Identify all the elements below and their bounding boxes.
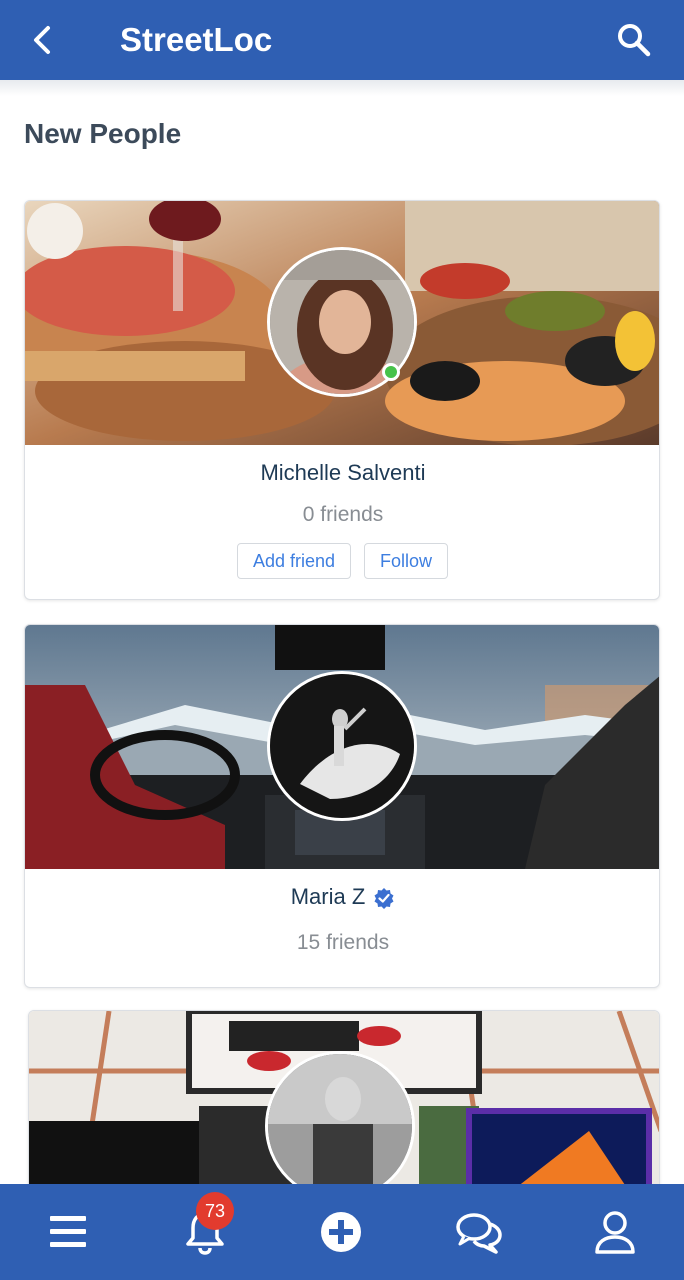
bottom-nav-bar	[0, 1184, 684, 1280]
person-card[interactable]: Michelle Salventi 0 friends Add friend F…	[24, 200, 660, 600]
online-status-dot	[382, 363, 400, 381]
section-title: New People	[24, 118, 182, 149]
search-icon[interactable]	[616, 22, 652, 58]
person-name[interactable]: Maria Z	[25, 883, 659, 911]
avatar[interactable]	[267, 671, 417, 821]
app-title: StreetLoc	[120, 21, 273, 58]
chat-icon[interactable]	[454, 1208, 502, 1256]
plus-circle-icon[interactable]	[317, 1208, 365, 1256]
notification-badge: 73	[196, 1192, 234, 1230]
top-app-bar: StreetLoc	[0, 0, 684, 80]
verified-badge-icon	[374, 888, 394, 910]
friends-count: 15 friends	[296, 931, 390, 954]
header-shadow	[0, 80, 684, 96]
avatar-photo	[270, 674, 414, 818]
chevron-left-icon[interactable]	[26, 22, 58, 58]
person-card[interactable]	[28, 1010, 660, 1210]
follow-button[interactable]: Follow	[364, 543, 448, 579]
person-name-text: Maria Z	[290, 884, 366, 909]
avatar[interactable]	[265, 1051, 415, 1201]
add-friend-button[interactable]: Add friend	[237, 543, 351, 579]
menu-icon[interactable]	[44, 1208, 92, 1256]
person-card[interactable]: Maria Z 15 friends	[24, 624, 660, 988]
friends-count: 0 friends	[302, 503, 384, 526]
profile-icon[interactable]	[591, 1208, 639, 1256]
avatar-photo	[268, 1054, 412, 1198]
person-name[interactable]: Michelle Salventi	[25, 459, 659, 487]
